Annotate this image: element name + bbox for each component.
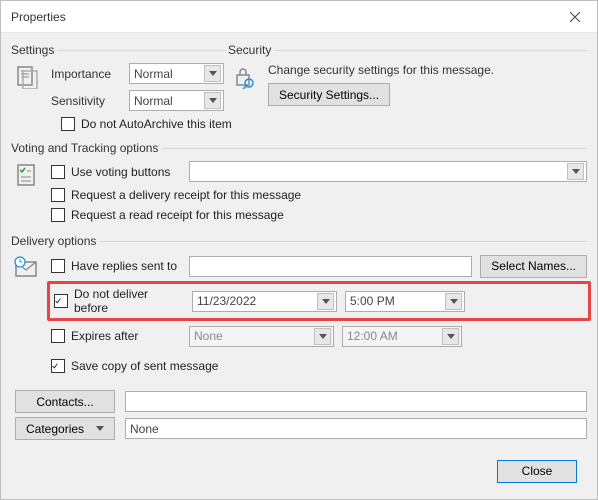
- contacts-button[interactable]: Contacts...: [15, 390, 115, 413]
- lock-icon: [232, 65, 256, 89]
- chevron-down-icon: [204, 92, 221, 109]
- read-receipt-checkbox[interactable]: Request a read receipt for this message: [51, 208, 587, 222]
- importance-label: Importance: [51, 67, 121, 81]
- delivery-legend: Delivery options: [11, 234, 100, 248]
- properties-icon: [15, 65, 39, 89]
- do-not-deliver-checkbox[interactable]: Do not deliver before: [54, 287, 184, 315]
- categories-field[interactable]: None: [125, 418, 587, 439]
- dialog-content: Settings Importance Normal: [1, 33, 597, 499]
- settings-group: Settings Importance Normal: [11, 43, 226, 113]
- chevron-down-icon: [314, 328, 331, 345]
- chevron-down-icon: [445, 293, 462, 310]
- autoarchive-checkbox[interactable]: Do not AutoArchive this item: [61, 117, 232, 131]
- expires-time-dropdown[interactable]: 12:00 AM: [342, 326, 462, 347]
- save-copy-checkbox[interactable]: Save copy of sent message: [51, 359, 218, 373]
- delivery-group: Delivery options Have replies sent to: [11, 234, 587, 380]
- security-settings-button[interactable]: Security Settings...: [268, 83, 390, 106]
- chevron-down-icon: [204, 65, 221, 82]
- importance-dropdown[interactable]: Normal: [129, 63, 224, 84]
- voting-buttons-dropdown[interactable]: [189, 161, 587, 182]
- chevron-down-icon: [96, 426, 104, 431]
- use-voting-checkbox[interactable]: Use voting buttons: [51, 165, 181, 179]
- voting-legend: Voting and Tracking options: [11, 141, 162, 155]
- window-title: Properties: [11, 10, 552, 24]
- close-button[interactable]: Close: [497, 460, 577, 483]
- security-group: Security Change security settings for th…: [228, 43, 587, 108]
- security-desc: Change security settings for this messag…: [268, 63, 587, 77]
- checklist-icon: [15, 163, 39, 187]
- envelope-clock-icon: [14, 256, 40, 280]
- have-replies-input[interactable]: [189, 256, 472, 277]
- close-icon: [570, 12, 580, 22]
- chevron-down-icon: [442, 328, 459, 345]
- sensitivity-dropdown[interactable]: Normal: [129, 90, 224, 111]
- chevron-down-icon: [317, 293, 334, 310]
- delivery-receipt-checkbox[interactable]: Request a delivery receipt for this mess…: [51, 188, 587, 202]
- voting-group: Voting and Tracking options Use voting b…: [11, 141, 587, 224]
- settings-legend: Settings: [11, 43, 58, 57]
- close-window-button[interactable]: [552, 1, 597, 33]
- deliver-time-dropdown[interactable]: 5:00 PM: [345, 291, 465, 312]
- titlebar: Properties: [1, 1, 597, 33]
- deliver-date-dropdown[interactable]: 11/23/2022: [192, 291, 337, 312]
- chevron-down-icon: [567, 163, 584, 180]
- expires-checkbox[interactable]: Expires after: [51, 329, 138, 343]
- select-names-button[interactable]: Select Names...: [480, 255, 587, 278]
- expires-date-dropdown[interactable]: None: [189, 326, 334, 347]
- properties-dialog: Properties Settings Importance Norm: [0, 0, 598, 500]
- security-legend: Security: [228, 43, 275, 57]
- have-replies-checkbox[interactable]: Have replies sent to: [51, 259, 177, 273]
- do-not-deliver-row: Do not deliver before 11/23/2022 5:00 PM: [47, 281, 591, 321]
- categories-button[interactable]: Categories: [15, 417, 115, 440]
- sensitivity-label: Sensitivity: [51, 94, 121, 108]
- contacts-input[interactable]: [125, 391, 587, 412]
